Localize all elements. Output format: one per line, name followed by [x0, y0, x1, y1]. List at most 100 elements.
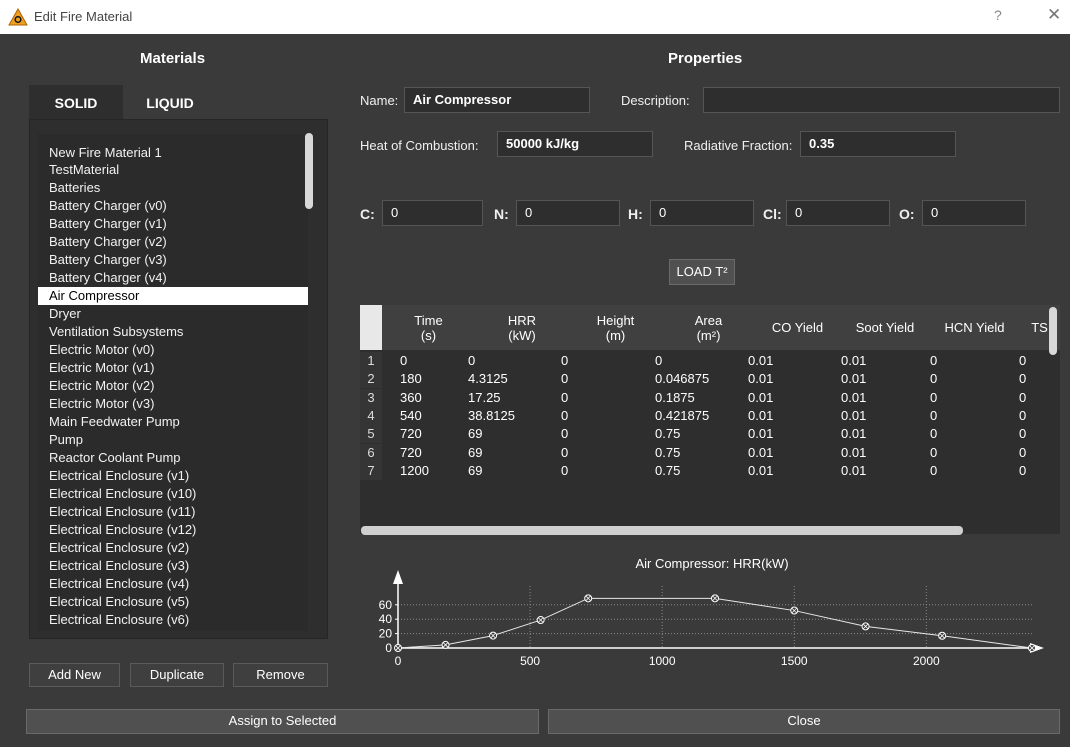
heat-of-combustion-input[interactable]: 50000 kJ/kg — [497, 131, 653, 157]
table-row[interactable]: 7 1200 69 0 0.75 0.01 0.01 0 0 — [360, 461, 1060, 480]
table-cell[interactable]: 0.75 — [647, 425, 680, 443]
list-item[interactable]: Ventilation Subsystems — [38, 323, 308, 341]
column-header[interactable]: HCN Yield — [930, 305, 1019, 350]
list-item[interactable]: Battery Charger (v0) — [38, 197, 308, 215]
oxygen-input[interactable]: 0 — [922, 200, 1026, 226]
assign-to-selected-button[interactable]: Assign to Selected — [26, 709, 539, 734]
list-item[interactable]: Electric Motor (v0) — [38, 341, 308, 359]
table-cell[interactable]: 0 — [553, 444, 568, 462]
table-cell[interactable]: 0 — [922, 389, 937, 407]
table-row[interactable]: 3 360 17.25 0 0.1875 0.01 0.01 0 0 — [360, 388, 1060, 407]
table-cell[interactable]: 0 — [1011, 444, 1026, 462]
row-number[interactable]: 5 — [360, 425, 382, 444]
table-cell[interactable]: 0.046875 — [647, 370, 709, 388]
add-new-button[interactable]: Add New — [29, 663, 120, 687]
table-cell[interactable]: 0 — [553, 425, 568, 443]
table-cell[interactable]: 0 — [1011, 462, 1026, 480]
column-header[interactable]: Area (m²) — [662, 305, 755, 350]
table-cell[interactable]: 0.421875 — [647, 407, 709, 425]
table-cell[interactable]: 0 — [1011, 389, 1026, 407]
table-cell[interactable]: 0 — [553, 407, 568, 425]
row-number[interactable]: 7 — [360, 461, 382, 480]
list-item[interactable]: Electrical Enclosure (v4) — [38, 575, 308, 593]
column-header[interactable]: Soot Yield — [840, 305, 930, 350]
table-cell[interactable]: 0 — [392, 352, 407, 370]
table-cell[interactable]: 0.01 — [833, 462, 866, 480]
list-item[interactable]: Pump — [38, 431, 308, 449]
table-cell[interactable]: 1200 — [392, 462, 429, 480]
row-number[interactable]: 4 — [360, 406, 382, 425]
list-item[interactable]: Electrical Enclosure (v3) — [38, 557, 308, 575]
list-item[interactable]: Electrical Enclosure (v1) — [38, 467, 308, 485]
list-item[interactable]: Battery Charger (v4) — [38, 269, 308, 287]
list-item[interactable]: Batteries — [38, 179, 308, 197]
table-horizontal-scrollbar[interactable] — [361, 526, 963, 535]
table-cell[interactable]: 0 — [553, 352, 568, 370]
row-number[interactable]: 2 — [360, 370, 382, 389]
table-cell[interactable]: 69 — [460, 444, 482, 462]
table-cell[interactable]: 0.75 — [647, 462, 680, 480]
table-cell[interactable]: 0 — [1011, 425, 1026, 443]
carbon-input[interactable]: 0 — [382, 200, 483, 226]
table-row[interactable]: 5 720 69 0 0.75 0.01 0.01 0 0 — [360, 425, 1060, 444]
table-corner-button[interactable] — [360, 305, 382, 350]
help-button[interactable]: ? — [994, 7, 1002, 23]
close-window-button[interactable]: ✕ — [1047, 5, 1061, 25]
table-cell[interactable]: 0.01 — [833, 389, 866, 407]
list-item[interactable]: Battery Charger (v2) — [38, 233, 308, 251]
description-input[interactable] — [703, 87, 1060, 113]
table-cell[interactable]: 0 — [553, 462, 568, 480]
list-item[interactable]: Reactor Coolant Pump — [38, 449, 308, 467]
radiative-fraction-input[interactable]: 0.35 — [800, 131, 956, 157]
list-item[interactable]: Dryer — [38, 305, 308, 323]
list-item[interactable]: Battery Charger (v3) — [38, 251, 308, 269]
table-cell[interactable]: 0 — [922, 425, 937, 443]
table-cell[interactable]: 38.8125 — [460, 407, 515, 425]
nitrogen-input[interactable]: 0 — [516, 200, 620, 226]
duplicate-button[interactable]: Duplicate — [130, 663, 224, 687]
list-item-selected[interactable]: Air Compressor — [38, 287, 308, 305]
remove-button[interactable]: Remove — [233, 663, 328, 687]
list-item[interactable]: Electrical Enclosure (v12) — [38, 521, 308, 539]
table-cell[interactable]: 17.25 — [460, 389, 501, 407]
close-button[interactable]: Close — [548, 709, 1060, 734]
table-vertical-scrollbar[interactable] — [1049, 307, 1057, 355]
table-cell[interactable]: 4.3125 — [460, 370, 508, 388]
list-item[interactable]: Electrical Enclosure (v10) — [38, 485, 308, 503]
table-row[interactable]: 2 180 4.3125 0 0.046875 0.01 0.01 0 0 — [360, 370, 1060, 389]
list-item[interactable]: Electric Motor (v2) — [38, 377, 308, 395]
column-header[interactable]: Time (s) — [382, 305, 475, 350]
table-cell[interactable]: 0.01 — [833, 407, 866, 425]
table-cell[interactable]: 0.01 — [740, 389, 773, 407]
table-cell[interactable]: 0.01 — [740, 407, 773, 425]
list-item[interactable]: Electric Motor (v1) — [38, 359, 308, 377]
row-number[interactable]: 6 — [360, 443, 382, 462]
table-cell[interactable]: 0.01 — [740, 370, 773, 388]
column-header[interactable]: CO Yield — [755, 305, 840, 350]
table-cell[interactable]: 0.01 — [833, 444, 866, 462]
chlorine-input[interactable]: 0 — [786, 200, 890, 226]
table-row[interactable]: 1 0 0 0 0 0.01 0.01 0 0 — [360, 352, 1060, 370]
list-item[interactable]: TestMaterial — [38, 161, 308, 179]
table-cell[interactable]: 0.01 — [740, 425, 773, 443]
table-row[interactable]: 4 540 38.8125 0 0.421875 0.01 0.01 0 0 — [360, 406, 1060, 425]
table-cell[interactable]: 0.01 — [833, 352, 866, 370]
table-cell[interactable]: 0 — [1011, 407, 1026, 425]
tab-solid[interactable]: SOLID — [29, 85, 123, 119]
table-cell[interactable]: 0 — [1011, 352, 1026, 370]
table-cell[interactable]: 0.75 — [647, 444, 680, 462]
row-number[interactable]: 1 — [360, 352, 382, 370]
row-number[interactable]: 3 — [360, 388, 382, 407]
table-cell[interactable]: 0 — [922, 444, 937, 462]
table-row[interactable]: 6 720 69 0 0.75 0.01 0.01 0 0 — [360, 443, 1060, 462]
name-input[interactable]: Air Compressor — [404, 87, 590, 113]
table-cell[interactable]: 0 — [647, 352, 662, 370]
table-cell[interactable]: 0 — [553, 389, 568, 407]
table-cell[interactable]: 0 — [922, 407, 937, 425]
table-cell[interactable]: 720 — [392, 425, 422, 443]
table-cell[interactable]: 0.01 — [833, 425, 866, 443]
table-cell[interactable]: 0.01 — [740, 444, 773, 462]
list-item[interactable]: Electrical Enclosure (v5) — [38, 593, 308, 611]
table-cell[interactable]: 0 — [922, 352, 937, 370]
list-item[interactable]: Battery Charger (v1) — [38, 215, 308, 233]
